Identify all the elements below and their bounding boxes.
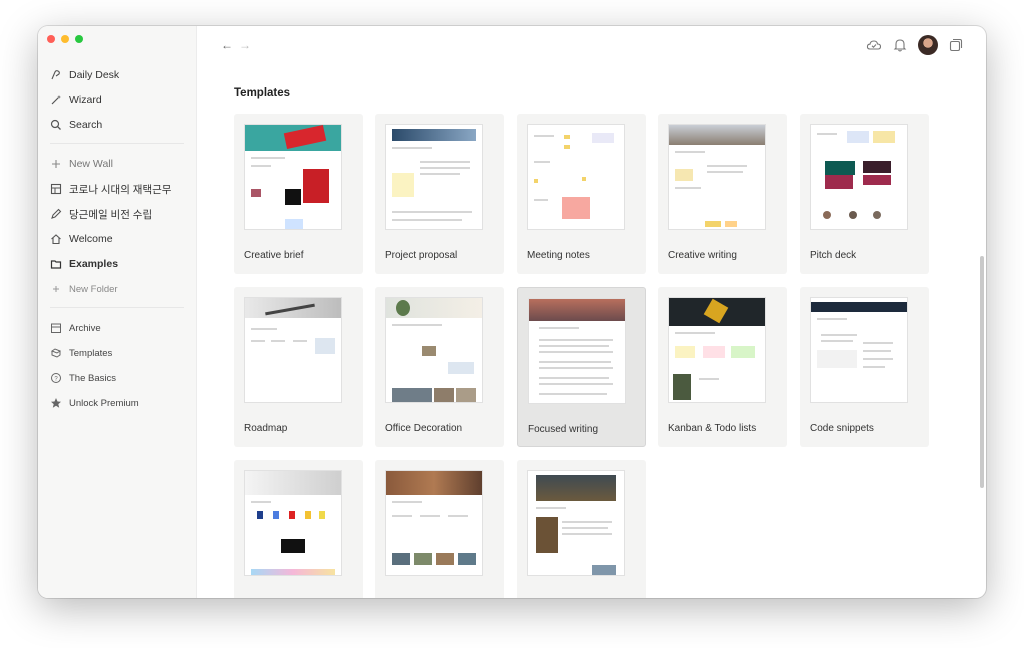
sidebar-item-unlock-premium[interactable]: Unlock Premium bbox=[50, 393, 184, 413]
template-thumbnail bbox=[244, 124, 342, 230]
template-thumbnail bbox=[527, 470, 625, 576]
sidebar-item-label: Archive bbox=[69, 322, 101, 334]
template-card-pitch-deck[interactable]: Pitch deck bbox=[800, 114, 929, 274]
sidebar-divider bbox=[50, 143, 184, 144]
toolbar: ← → bbox=[197, 26, 986, 66]
sidebar-item-label: 당근메일 비전 수립 bbox=[69, 208, 153, 221]
template-card[interactable] bbox=[234, 460, 363, 598]
window-controls bbox=[47, 35, 83, 43]
sidebar-item-wall-vision[interactable]: 당근메일 비전 수립 bbox=[50, 204, 184, 224]
template-card-roadmap[interactable]: Roadmap bbox=[234, 287, 363, 447]
template-label: Kanban & Todo lists bbox=[668, 423, 757, 434]
plus-icon bbox=[52, 160, 60, 168]
template-thumbnail bbox=[810, 297, 908, 403]
template-label: Meeting notes bbox=[527, 250, 590, 261]
template-card-kanban[interactable]: Kanban & Todo lists bbox=[658, 287, 787, 447]
template-card-meeting-notes[interactable]: Meeting notes bbox=[517, 114, 646, 274]
app-window: Daily Desk Wizard Search New Wall 코로나 시대… bbox=[38, 26, 986, 598]
template-thumbnail bbox=[668, 297, 766, 403]
sidebar-divider bbox=[50, 307, 184, 308]
folder-icon bbox=[50, 260, 62, 269]
sidebar-item-label: The Basics bbox=[69, 372, 116, 384]
template-thumbnail bbox=[385, 470, 483, 576]
template-label: Creative writing bbox=[668, 250, 737, 261]
template-label: Pitch deck bbox=[810, 250, 857, 261]
zoom-window-button[interactable] bbox=[75, 35, 83, 43]
archive-icon bbox=[51, 323, 61, 333]
sidebar-item-label: Wizard bbox=[69, 94, 102, 106]
sidebar-item-label: Templates bbox=[69, 347, 113, 359]
sidebar-item-the-basics[interactable]: ? The Basics bbox=[50, 368, 184, 388]
template-thumbnail bbox=[385, 124, 483, 230]
template-card[interactable] bbox=[375, 460, 504, 598]
template-thumbnail bbox=[668, 124, 766, 230]
windows-icon[interactable] bbox=[948, 37, 964, 53]
sidebar-item-examples[interactable]: Examples bbox=[50, 254, 184, 274]
search-icon bbox=[50, 119, 61, 130]
template-card-code-snippets[interactable]: Code snippets bbox=[800, 287, 929, 447]
template-label: Creative brief bbox=[244, 250, 304, 261]
sidebar-item-label: Welcome bbox=[69, 233, 113, 245]
new-folder-button[interactable]: New Folder bbox=[50, 279, 184, 299]
sidebar-item-label: Unlock Premium bbox=[69, 397, 139, 409]
sidebar-item-welcome[interactable]: Welcome bbox=[50, 229, 184, 249]
svg-text:?: ? bbox=[54, 376, 58, 382]
templates-icon bbox=[50, 348, 62, 358]
arrow-left-icon[interactable]: ← bbox=[221, 38, 233, 52]
template-label: Focused writing bbox=[528, 424, 599, 435]
template-thumbnail bbox=[810, 124, 908, 230]
layout-icon bbox=[50, 183, 62, 195]
sidebar-item-archive[interactable]: Archive bbox=[50, 318, 184, 338]
sidebar-item-templates[interactable]: Templates bbox=[50, 343, 184, 363]
sidebar-item-label: Search bbox=[69, 119, 103, 131]
template-thumbnail bbox=[244, 470, 342, 576]
sidebar-item-search[interactable]: Search bbox=[50, 115, 184, 135]
sidebar-top-nav: Daily Desk Wizard Search New Wall 코로나 시대… bbox=[50, 65, 184, 418]
avatar[interactable] bbox=[918, 35, 938, 55]
sidebar-item-label: Examples bbox=[69, 258, 119, 270]
new-wall-button[interactable]: New Wall bbox=[50, 154, 184, 174]
sidebar-item-label: Daily Desk bbox=[69, 69, 120, 81]
sidebar-item-label: 코로나 시대의 재택근무 bbox=[69, 183, 172, 196]
sidebar-item-daily-desk[interactable]: Daily Desk bbox=[50, 65, 184, 85]
help-icon: ? bbox=[51, 373, 61, 383]
template-card[interactable] bbox=[517, 460, 646, 598]
template-card-creative-writing[interactable]: Creative writing bbox=[658, 114, 787, 274]
plus-icon bbox=[53, 286, 59, 292]
template-thumbnail bbox=[527, 124, 625, 230]
bell-icon[interactable] bbox=[892, 37, 908, 53]
minimize-window-button[interactable] bbox=[61, 35, 69, 43]
template-thumbnail bbox=[528, 298, 626, 404]
new-wall-label: New Wall bbox=[69, 158, 113, 170]
main-content: Templates Creative brief Project proposa… bbox=[197, 66, 986, 598]
template-card-project-proposal[interactable]: Project proposal bbox=[375, 114, 504, 274]
wand-icon bbox=[51, 95, 61, 105]
scrollbar[interactable] bbox=[980, 256, 984, 488]
template-label: Code snippets bbox=[810, 423, 874, 434]
pencil-icon bbox=[51, 208, 62, 219]
arrow-right-icon[interactable]: → bbox=[239, 38, 251, 52]
star-icon bbox=[51, 398, 61, 408]
template-card-focused-writing[interactable]: Focused writing bbox=[517, 287, 646, 447]
desk-icon bbox=[51, 70, 60, 80]
template-label: Office Decoration bbox=[385, 423, 463, 434]
template-thumbnail bbox=[385, 297, 483, 403]
sidebar: Daily Desk Wizard Search New Wall 코로나 시대… bbox=[38, 26, 197, 598]
template-label: Roadmap bbox=[244, 423, 288, 434]
template-thumbnail bbox=[244, 297, 342, 403]
new-folder-label: New Folder bbox=[69, 283, 118, 295]
template-label: Project proposal bbox=[385, 250, 458, 261]
cloud-check-icon[interactable] bbox=[866, 37, 882, 53]
template-card-creative-brief[interactable]: Creative brief bbox=[234, 114, 363, 274]
template-card-office-decoration[interactable]: Office Decoration bbox=[375, 287, 504, 447]
close-window-button[interactable] bbox=[47, 35, 55, 43]
toolbar-right bbox=[866, 35, 964, 55]
sidebar-item-wizard[interactable]: Wizard bbox=[50, 90, 184, 110]
sidebar-item-wall-remote[interactable]: 코로나 시대의 재택근무 bbox=[50, 179, 184, 199]
page-title: Templates bbox=[234, 87, 291, 99]
home-icon bbox=[51, 234, 61, 245]
